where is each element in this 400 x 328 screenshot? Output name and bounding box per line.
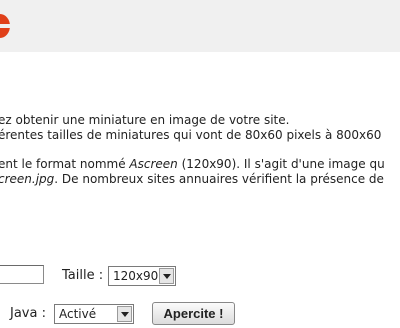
- header-bar: [0, 0, 400, 52]
- taille-selected-value: 120x90: [113, 269, 159, 283]
- chevron-down-icon[interactable]: [159, 268, 174, 284]
- taille-select[interactable]: 120x90: [108, 266, 176, 286]
- java-select[interactable]: Activé: [54, 304, 134, 324]
- format-line-1: ent le format nommé Ascreen (120x90). Il…: [0, 157, 385, 171]
- taille-label: Taille :: [62, 268, 104, 283]
- java-selected-value: Activé: [59, 307, 97, 321]
- ascreen-term: Ascreen: [129, 157, 178, 171]
- intro-line-2: érentes tailles de miniatures qui vont d…: [0, 128, 382, 142]
- url-input[interactable]: [0, 265, 44, 284]
- chevron-down-icon[interactable]: [117, 306, 132, 322]
- format-line-2: creen.jpg. De nombreux sites annuaires v…: [0, 172, 384, 186]
- intro-line-1: ez obtenir une miniature en image de vot…: [0, 113, 290, 127]
- java-label: Java :: [10, 306, 46, 321]
- filename-term: creen.jpg: [0, 172, 55, 186]
- logo: [0, 14, 10, 38]
- format-description: ent le format nommé Ascreen (120x90). Il…: [0, 157, 385, 187]
- apercite-submit-button[interactable]: Apercite !: [152, 302, 235, 325]
- intro-text: ez obtenir une miniature en image de vot…: [0, 113, 381, 143]
